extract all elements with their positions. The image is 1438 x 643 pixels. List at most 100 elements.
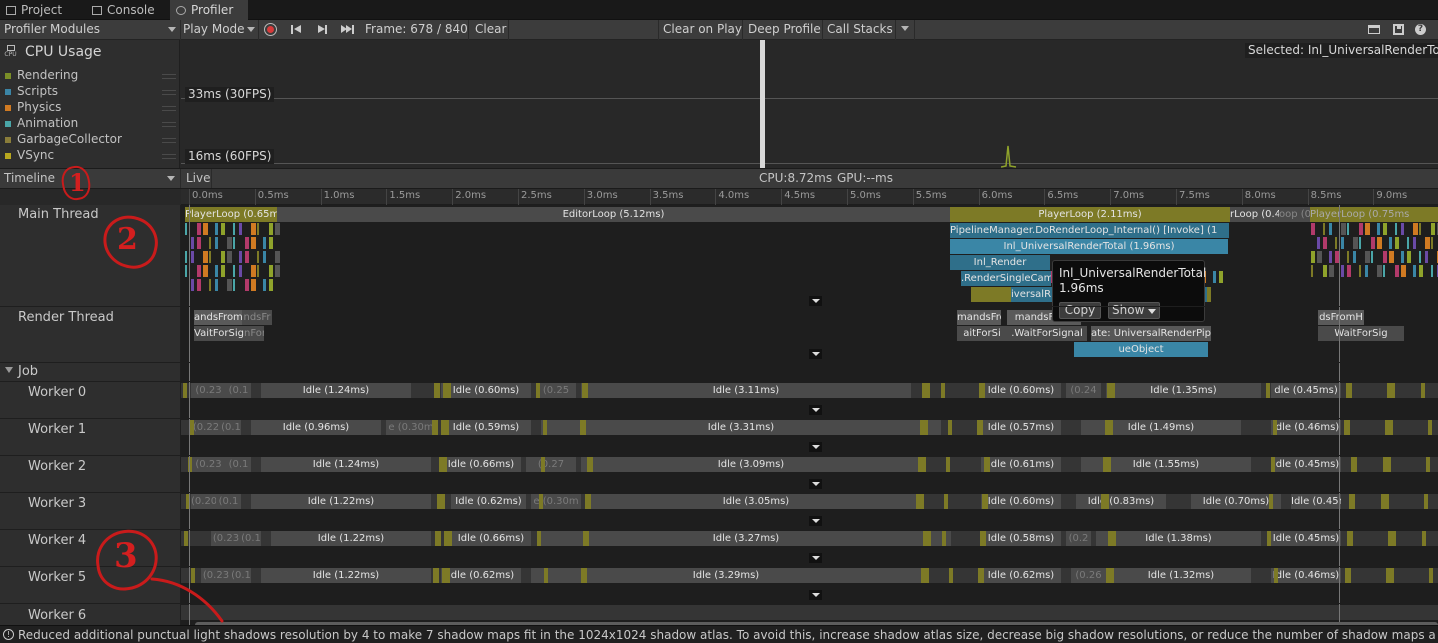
idle-sample[interactable]: Idle (3.27ms)	[541, 531, 951, 546]
render-loop-bar[interactable]: PipelineManager.DoRenderLoop_Internal() …	[950, 223, 1229, 238]
selected-frame-marker[interactable]	[760, 40, 765, 168]
job-sample[interactable]	[1351, 457, 1357, 472]
sample-bar[interactable]	[1341, 265, 1344, 277]
expand-worker-icon[interactable]	[809, 516, 822, 526]
sample-bar[interactable]	[227, 279, 232, 291]
worker-1-label[interactable]: Worker 1	[28, 422, 86, 437]
sample-bar[interactable]	[263, 279, 266, 291]
job-sample[interactable]	[1387, 383, 1395, 398]
sample-bar[interactable]	[239, 223, 242, 235]
player-loop-bar-2[interactable]: PlayerLoop (2.11ms)	[950, 207, 1230, 222]
player-loop-bar-5[interactable]: PlayerLoop (0.75ms	[1310, 207, 1438, 222]
job-sample[interactable]	[444, 531, 452, 546]
job-sample[interactable]	[583, 531, 589, 546]
idle-sample[interactable]: Idle (0.45ms)	[1271, 531, 1341, 546]
job-sample[interactable]	[581, 568, 587, 583]
idle-sample[interactable]: Idle (3.29ms)	[531, 568, 921, 583]
sample-bar[interactable]	[1371, 237, 1375, 249]
sample-bar[interactable]	[257, 251, 259, 263]
idle-sample[interactable]: Idle (1.24ms)	[261, 383, 411, 398]
idle-sample[interactable]: Idle (1.22ms)	[271, 531, 431, 546]
sample-bar[interactable]	[1335, 237, 1337, 249]
sample-bar[interactable]	[263, 237, 266, 249]
job-sample[interactable]	[585, 494, 591, 509]
sample-bar[interactable]	[245, 237, 249, 249]
render-sample[interactable]: mandsFro	[957, 310, 1001, 325]
sample-bar[interactable]	[1431, 265, 1433, 277]
expand-worker-icon[interactable]	[809, 479, 822, 489]
idle-sample[interactable]: Idle (0.46ms)	[1271, 420, 1341, 435]
idle-sample[interactable]: (0.26	[1071, 568, 1106, 583]
sample-bar[interactable]	[1389, 251, 1394, 263]
sample-bar[interactable]	[245, 251, 249, 263]
worker-3-label[interactable]: Worker 3	[28, 496, 86, 511]
job-sample[interactable]	[539, 494, 543, 509]
idle-sample[interactable]: Idle (0.96ms)	[251, 420, 381, 435]
job-sample[interactable]	[1428, 420, 1432, 435]
job-sample[interactable]	[433, 568, 439, 583]
sample-bar[interactable]	[197, 223, 201, 235]
render-sample[interactable]: nFor	[244, 326, 264, 341]
sample-bar[interactable]	[269, 265, 273, 277]
job-sample[interactable]	[916, 494, 924, 509]
sample-bar[interactable]	[233, 265, 235, 277]
sample-bar[interactable]	[215, 223, 218, 235]
tab-console[interactable]: Console	[86, 0, 170, 20]
job-sample[interactable]	[948, 420, 952, 435]
sample-bar[interactable]	[1365, 251, 1370, 263]
idle-sample[interactable]: Idle (0.83ms)	[1076, 494, 1166, 509]
job-sample[interactable]	[980, 531, 986, 546]
job-sample[interactable]	[1103, 457, 1111, 472]
sample-bar[interactable]	[1413, 237, 1416, 249]
status-bar[interactable]: ! Reduced additional punctual light shad…	[0, 625, 1438, 643]
tab-profiler[interactable]: Profiler	[170, 0, 248, 20]
sample-bar[interactable]	[1377, 237, 1382, 249]
sample-bar[interactable]	[233, 279, 235, 291]
editor-loop-bar[interactable]: EditorLoop (5.12ms)	[277, 207, 950, 222]
job-sample[interactable]	[1345, 568, 1351, 583]
idle-sample[interactable]: Idle (0.61ms)	[981, 457, 1061, 472]
sample-bar[interactable]	[1329, 251, 1332, 263]
job-sample[interactable]	[544, 568, 548, 583]
player-loop-bar[interactable]: PlayerLoop (0.65m	[185, 207, 277, 222]
idle-sample[interactable]: (0.1	[231, 568, 251, 583]
expand-worker-icon[interactable]	[809, 590, 822, 600]
idle-sample[interactable]: Idle (0.66ms)	[451, 531, 531, 546]
job-sample[interactable]	[1381, 494, 1389, 509]
job-sample[interactable]	[1421, 383, 1425, 398]
sample-bar[interactable]	[1347, 265, 1351, 277]
sample-bar[interactable]	[251, 279, 256, 291]
idle-sample[interactable]: Idle (0.45ms)	[1271, 457, 1341, 472]
sample-bar[interactable]	[1207, 287, 1211, 302]
job-sample[interactable]	[982, 494, 988, 509]
sample-bar[interactable]	[215, 237, 218, 249]
sample-bar[interactable]	[1383, 223, 1387, 235]
cpu-usage-module[interactable]: CPU Usage	[25, 44, 102, 60]
job-sample[interactable]	[978, 568, 984, 583]
sample-bar[interactable]	[197, 279, 201, 291]
sample-bar[interactable]	[251, 237, 256, 249]
idle-sample[interactable]: Idle (0.62ms)	[441, 568, 521, 583]
job-sample[interactable]	[184, 531, 188, 546]
sample-bar[interactable]	[1219, 271, 1223, 283]
expand-worker-icon[interactable]	[809, 405, 822, 415]
render-sample[interactable]: ndsFr	[242, 310, 272, 325]
sample-bar[interactable]	[257, 223, 259, 235]
render-sample[interactable]: ate: UniversalRenderPipelineA	[1091, 326, 1211, 341]
job-sample[interactable]	[1346, 383, 1352, 398]
render-sample[interactable]: WaitForSig	[1318, 326, 1404, 341]
sample-bar[interactable]	[1341, 237, 1344, 249]
sample-bar[interactable]	[203, 223, 208, 235]
idle-sample[interactable]: Idle (0.57ms)	[981, 420, 1061, 435]
idle-sample[interactable]: Idle (3.09ms)	[581, 457, 921, 472]
module-item-vsync[interactable]: VSync	[17, 148, 54, 162]
sample-bar[interactable]	[1311, 251, 1315, 263]
copy-button[interactable]: Copy	[1059, 302, 1101, 319]
sample-bar[interactable]	[203, 251, 208, 263]
sample-bar[interactable]	[233, 223, 235, 235]
job-sample[interactable]	[1266, 383, 1270, 398]
sample-bar[interactable]	[215, 265, 218, 277]
render-thread-label[interactable]: Render Thread	[18, 310, 114, 325]
sample-bar[interactable]	[1329, 223, 1332, 235]
job-sample[interactable]	[977, 420, 983, 435]
